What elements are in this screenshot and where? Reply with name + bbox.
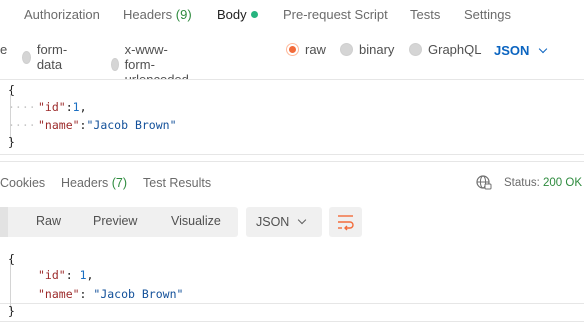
response-status: Status: 200 OK (504, 177, 582, 189)
indent-dots: ···· (8, 118, 36, 132)
tab-cookies-label: Cookies (0, 176, 46, 190)
tab-test-results-label: Test Results (143, 176, 212, 190)
body-type-none-partial[interactable]: e (0, 42, 7, 57)
tab-cookies[interactable]: Cookies (0, 176, 45, 190)
view-mode-visualize[interactable]: Visualize (171, 214, 221, 228)
tab-settings[interactable]: Settings (464, 7, 511, 22)
response-format-dropdown[interactable]: JSON (246, 207, 322, 237)
response-line-id: "id": 1, (38, 268, 93, 282)
request-close-brace: } (8, 135, 15, 149)
response-name-key: "name" (38, 287, 80, 301)
tab-response-headers-label: Headers (61, 176, 109, 190)
tab-pre-request-script[interactable]: Pre-request Script (283, 7, 388, 22)
response-id-sep: : (65, 268, 80, 282)
view-mode-raw[interactable]: Raw (36, 214, 61, 228)
view-mode-visualize-label: Visualize (171, 214, 221, 228)
response-line-name: "name": "Jacob Brown" (38, 287, 183, 301)
response-format-label: JSON (256, 215, 290, 229)
chevron-down-icon (539, 44, 548, 54)
status-label: Status: (504, 177, 540, 189)
chevron-down-icon (297, 215, 307, 225)
request-id-comma: , (79, 100, 87, 114)
wrap-lines-icon (338, 215, 354, 231)
radio-graphql-label: GraphQL (428, 42, 482, 57)
body-format-dropdown[interactable]: JSON (494, 43, 548, 58)
request-body-editor[interactable]: { ···· "id":1, ···· "name":"Jacob Brown"… (0, 79, 584, 155)
request-name-key: "name" (38, 118, 80, 132)
request-line-id: "id":1, (38, 100, 87, 114)
bottom-divider (0, 321, 584, 322)
pane-divider[interactable] (0, 161, 584, 162)
indent-dots: ···· (8, 100, 36, 114)
view-mode-pretty-partial[interactable] (0, 207, 8, 237)
request-open-brace: { (8, 83, 15, 97)
response-id-comma: , (86, 268, 94, 282)
view-mode-raw-label: Raw (36, 214, 62, 228)
radio-circle-icon (111, 58, 119, 71)
tab-authorization[interactable]: Authorization (24, 7, 100, 22)
tab-tests-label: Tests (410, 7, 441, 22)
tab-settings-label: Settings (464, 7, 511, 22)
tab-headers-count: (9) (175, 7, 192, 22)
radio-selected-icon (286, 43, 299, 56)
radio-binary-label: binary (359, 42, 395, 57)
view-mode-preview-label: Preview (93, 214, 138, 228)
tab-response-headers-count: (7) (111, 176, 128, 190)
response-open-brace: { (8, 252, 15, 266)
body-format-label: JSON (494, 43, 530, 58)
request-id-key: "id" (38, 100, 66, 114)
tab-pre-request-script-label: Pre-request Script (283, 7, 388, 22)
tab-headers-label: Headers (123, 7, 173, 22)
tab-body[interactable]: Body (217, 7, 258, 22)
radio-raw-label: raw (305, 42, 326, 57)
wrap-lines-button[interactable] (329, 207, 362, 237)
response-body-viewer[interactable]: { "id": 1, "name": "Jacob Brown" (0, 247, 584, 311)
request-id-value: 1 (72, 100, 80, 114)
response-name-sep: : (79, 287, 94, 301)
response-close-brace: } (8, 304, 15, 318)
status-value: 200 OK (543, 177, 583, 189)
body-modified-dot-icon (250, 11, 258, 18)
radio-circle-icon (409, 43, 422, 56)
radio-form-data[interactable]: form-data (22, 42, 71, 72)
request-line-name: "name":"Jacob Brown" (38, 118, 177, 132)
response-id-value: 1 (79, 268, 87, 282)
radio-form-data-label: form-data (36, 42, 68, 72)
tab-body-label: Body (217, 7, 247, 22)
tab-test-results[interactable]: Test Results (143, 176, 211, 190)
tab-headers[interactable]: Headers (9) (123, 7, 192, 22)
request-id-sep: : (65, 100, 73, 114)
response-name-value: "Jacob Brown" (93, 287, 184, 301)
globe-icon[interactable] (475, 174, 493, 197)
radio-circle-icon (22, 50, 31, 64)
body-type-none-label: e (0, 42, 8, 57)
tab-response-headers[interactable]: Headers (7) (61, 176, 127, 190)
tab-authorization-label: Authorization (24, 7, 100, 22)
request-name-value: "Jacob Brown" (86, 118, 177, 132)
radio-graphql[interactable]: GraphQL (409, 42, 481, 57)
view-mode-segment: Raw Preview Visualize (0, 207, 238, 237)
radio-binary[interactable]: binary (340, 42, 394, 57)
tab-tests[interactable]: Tests (410, 7, 440, 22)
view-mode-preview[interactable]: Preview (93, 214, 137, 228)
radio-raw[interactable]: raw (286, 42, 326, 57)
radio-circle-icon (340, 43, 353, 56)
response-id-key: "id" (38, 268, 66, 282)
